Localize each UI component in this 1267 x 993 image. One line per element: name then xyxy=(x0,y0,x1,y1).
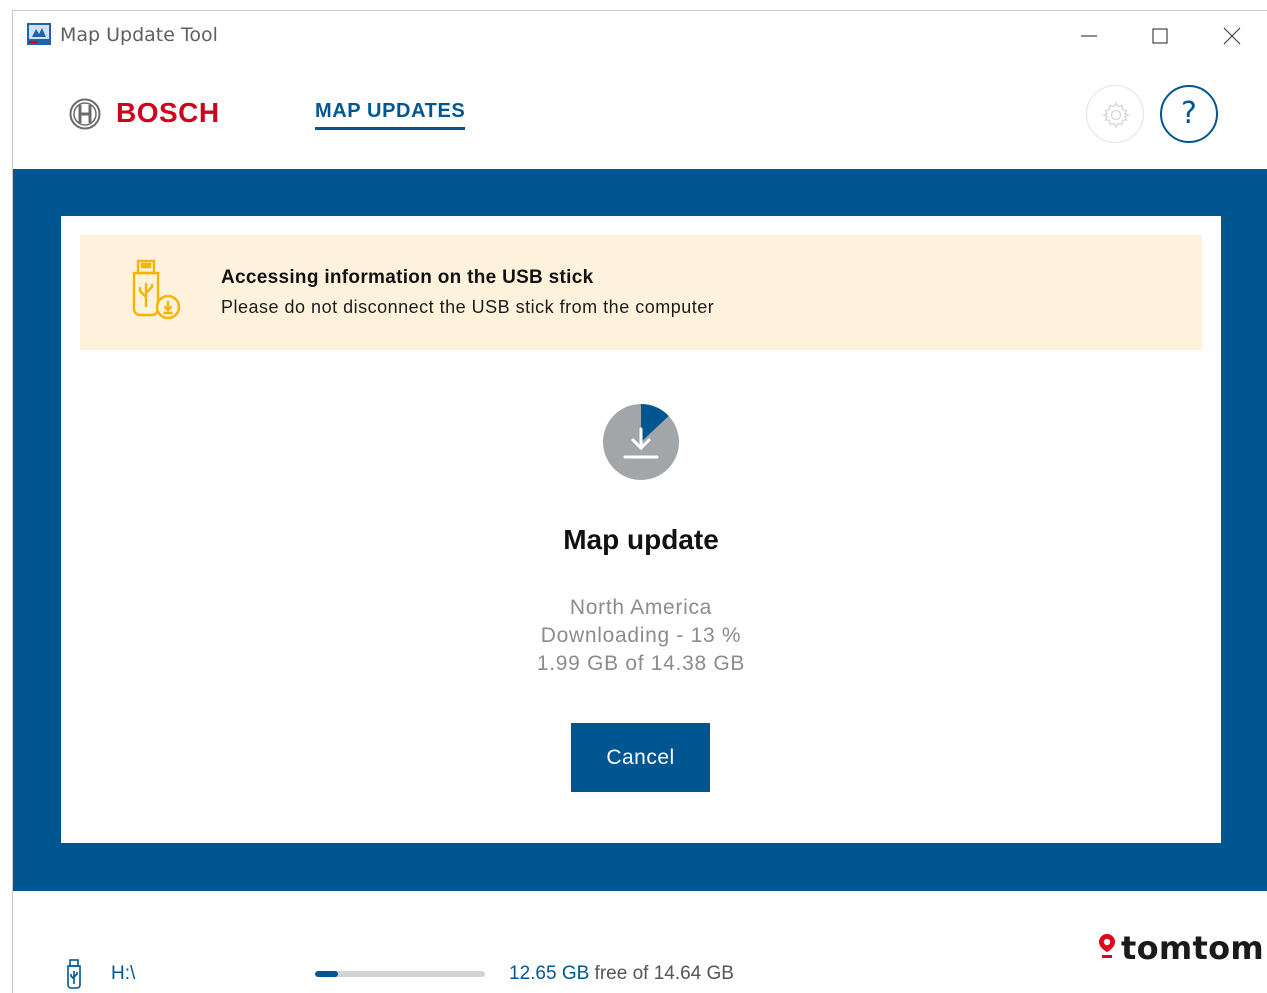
storage-text: 12.65 GB free of 14.64 GB xyxy=(509,963,734,985)
bosch-logo-icon xyxy=(69,98,101,130)
tab-map-updates[interactable]: MAP UPDATES xyxy=(315,100,466,130)
cancel-button[interactable]: Cancel xyxy=(571,723,710,792)
maximize-button[interactable] xyxy=(1137,19,1183,51)
storage-usage-fill xyxy=(315,971,339,977)
main-area: Accessing information on the USB stick P… xyxy=(13,169,1267,891)
usb-stick-warning-icon xyxy=(130,259,182,323)
update-region: North America xyxy=(569,596,713,619)
location-pin-icon xyxy=(1097,931,1117,969)
drive-label: H:\ xyxy=(111,963,136,984)
minimize-button[interactable] xyxy=(1066,19,1112,51)
partner-logo: tomtom xyxy=(1097,929,1264,969)
update-details: North America Downloading - 13 % 1.99 GB… xyxy=(61,594,1221,678)
settings-button[interactable] xyxy=(1086,85,1144,143)
gear-icon xyxy=(1101,101,1131,129)
title-bar: Map Update Tool xyxy=(13,11,1267,57)
storage-total: free of 14.64 GB xyxy=(589,963,734,984)
status-footer: tomtom H:\ 12.65 GB free of 14.64 GB xyxy=(13,891,1267,993)
update-title: Map update xyxy=(563,524,719,555)
partner-wordmark: tomtom xyxy=(1121,929,1265,967)
minimize-icon xyxy=(1081,35,1097,37)
update-status: Downloading - 13 % xyxy=(540,624,742,647)
update-card: Accessing information on the USB stick P… xyxy=(61,216,1221,843)
download-progress-icon xyxy=(601,402,681,482)
banner-subtitle: Please do not disconnect the USB stick f… xyxy=(221,297,715,317)
app-window: Map Update Tool BOSCH MAP UPDATES ? Acce… xyxy=(12,10,1267,993)
warning-banner: Accessing information on the USB stick P… xyxy=(80,235,1202,350)
update-size: 1.99 GB of 14.38 GB xyxy=(536,652,746,675)
window-title: Map Update Tool xyxy=(60,24,218,46)
storage-free-amount: 12.65 GB xyxy=(509,963,590,984)
close-button[interactable] xyxy=(1209,19,1255,51)
brand-wordmark: BOSCH xyxy=(116,97,220,128)
maximize-icon xyxy=(1152,28,1168,44)
usb-stick-icon xyxy=(66,959,82,989)
help-button[interactable]: ? xyxy=(1160,85,1218,143)
close-icon xyxy=(1223,27,1241,45)
map-update-app-icon xyxy=(27,23,51,45)
banner-title: Accessing information on the USB stick xyxy=(221,267,594,288)
app-header: BOSCH MAP UPDATES ? xyxy=(13,57,1267,169)
storage-usage-bar xyxy=(315,971,485,977)
